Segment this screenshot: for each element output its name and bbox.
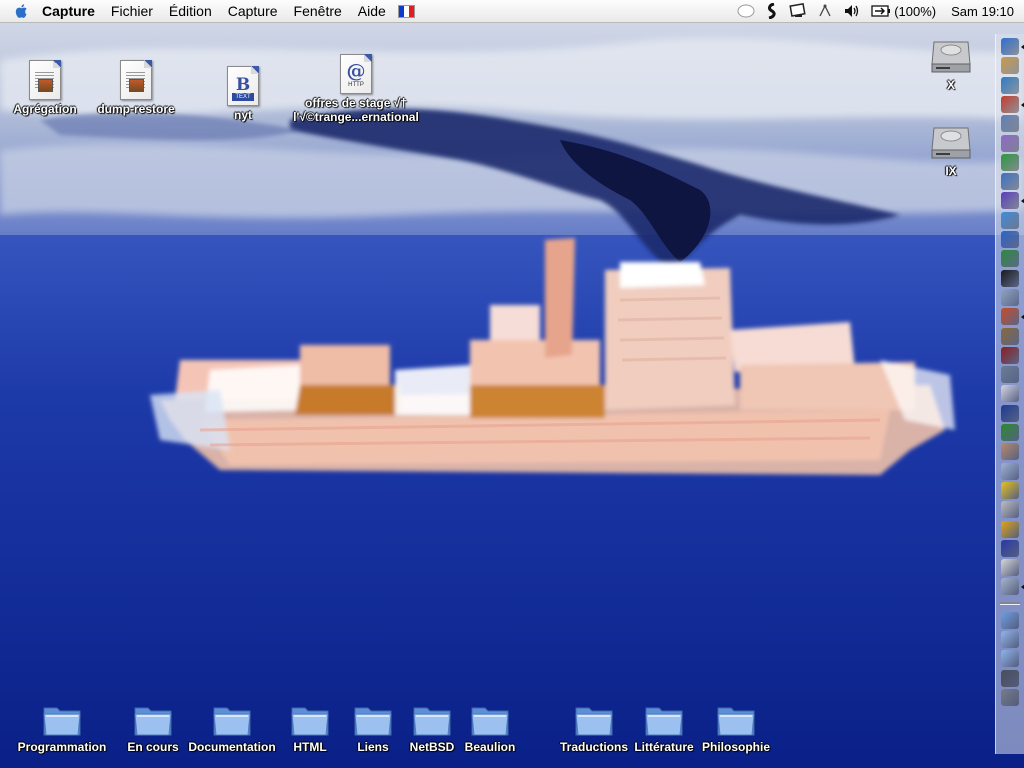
terminal-icon[interactable] [1001, 269, 1019, 287]
clouds-icon[interactable] [1001, 462, 1019, 480]
desktop-icon-dump-restore[interactable]: dump-restore [88, 60, 184, 116]
folder-icon [471, 707, 509, 736]
mozilla-icon[interactable] [1001, 192, 1019, 210]
finder-icon[interactable] [1001, 38, 1019, 55]
text-document-icon [29, 60, 61, 100]
menu-edition[interactable]: Édition [161, 0, 220, 22]
preview-icon[interactable] [1001, 288, 1019, 306]
notes-icon[interactable] [1001, 76, 1019, 94]
dock [995, 34, 1024, 754]
menu-bar: Capture Fichier Édition Capture Fenêtre … [0, 0, 1024, 23]
text-editor-icon[interactable] [1001, 366, 1019, 384]
documents-icon[interactable] [1001, 631, 1019, 648]
desktop-icon-label-line1: offres de stage √† [305, 96, 407, 110]
drive-ix[interactable]: IX [926, 122, 976, 178]
display-icon[interactable] [789, 0, 807, 22]
desktop-icon-label: dump-restore [97, 102, 175, 116]
downloads-icon[interactable] [1001, 650, 1019, 668]
http-location-icon: @ HTTP [340, 54, 372, 94]
desktop-icon-agregation[interactable]: Agrégation [4, 60, 86, 116]
bbedit-text-icon: B TEXT [227, 66, 259, 106]
sunflower-icon[interactable] [1001, 481, 1019, 499]
folder-philosophie[interactable]: Philosophie [681, 702, 791, 754]
folder-label: Programmation [17, 740, 107, 754]
desktop-icon-offres-de-stage[interactable]: @ HTTP offres de stage √† l'√©trange...e… [281, 54, 431, 124]
warning-icon[interactable] [1001, 520, 1019, 538]
folder-label: Philosophie [701, 740, 770, 754]
apple-menu-icon[interactable] [10, 0, 34, 22]
hard-drive-icon [931, 127, 971, 159]
desktop-icon-label-line2: l'√©trange...ernational [293, 110, 419, 124]
drive-x[interactable]: X [926, 36, 976, 92]
folder-icon[interactable] [1001, 611, 1019, 629]
app-menu[interactable]: Capture [34, 0, 103, 22]
messenger-icon[interactable] [1001, 173, 1019, 191]
server-icon[interactable] [1001, 669, 1019, 687]
battery-percentage: (100%) [894, 3, 937, 19]
network-globe-icon[interactable] [1001, 250, 1019, 268]
input-menu-french-flag-icon[interactable] [397, 4, 415, 18]
modem-icon[interactable] [817, 0, 833, 22]
internet-explorer-icon[interactable] [1001, 231, 1019, 248]
desktop-icon-label: nyt [234, 108, 252, 122]
menu-fichier[interactable]: Fichier [103, 0, 161, 22]
html-editor-icon[interactable] [1001, 308, 1019, 326]
battery-icon[interactable]: (100%) [871, 0, 936, 22]
menu-aide[interactable]: Aide [350, 0, 394, 22]
desktop-icon-nyt[interactable]: B TEXT nyt [203, 66, 283, 122]
folder-icon [43, 707, 81, 736]
app-icon[interactable] [1001, 115, 1019, 133]
folder-beaulion[interactable]: Beaulion [435, 702, 545, 754]
drive-label: IX [945, 164, 957, 178]
hard-drive-icon [931, 41, 971, 73]
pen-tool-icon[interactable] [1001, 424, 1019, 441]
menu-fenetre[interactable]: Fenêtre [286, 0, 350, 22]
volume-icon[interactable] [843, 0, 861, 22]
user-icon[interactable] [1001, 443, 1019, 461]
folder-label: Beaulion [464, 740, 516, 754]
dictionary-icon[interactable] [1001, 327, 1019, 345]
folder-icon [717, 707, 755, 736]
letters-icon[interactable] [1001, 559, 1019, 577]
status-indicator-icon[interactable] [737, 0, 755, 22]
menu-clock[interactable]: Sam 19:10 [951, 4, 1014, 19]
folder-icon [134, 707, 172, 736]
bbedit-icon[interactable] [1001, 404, 1019, 422]
scripts-icon[interactable] [765, 0, 779, 22]
book-icon[interactable] [1001, 346, 1019, 364]
folder-icon [645, 707, 683, 736]
itunes-icon[interactable] [1001, 134, 1019, 152]
printer-icon[interactable] [1001, 501, 1019, 519]
sync-icon[interactable] [1001, 211, 1019, 229]
dock-separator [1000, 601, 1020, 605]
text-document-icon [120, 60, 152, 100]
trash-icon[interactable] [1001, 688, 1019, 706]
address-book-icon[interactable] [1001, 57, 1019, 75]
drive-label: X [946, 78, 955, 92]
folder-icon [213, 707, 251, 736]
ical-icon[interactable] [1001, 95, 1019, 113]
folder-label: En cours [127, 740, 179, 754]
desktop: Capture Fichier Édition Capture Fenêtre … [0, 0, 1024, 768]
desktop-icon-label: Agrégation [13, 102, 77, 116]
font-book-icon[interactable] [1001, 385, 1019, 403]
ichat-icon[interactable] [1001, 153, 1019, 171]
eye-icon[interactable] [1001, 539, 1019, 557]
menu-capture[interactable]: Capture [220, 0, 286, 22]
image-icon[interactable] [1001, 578, 1019, 596]
